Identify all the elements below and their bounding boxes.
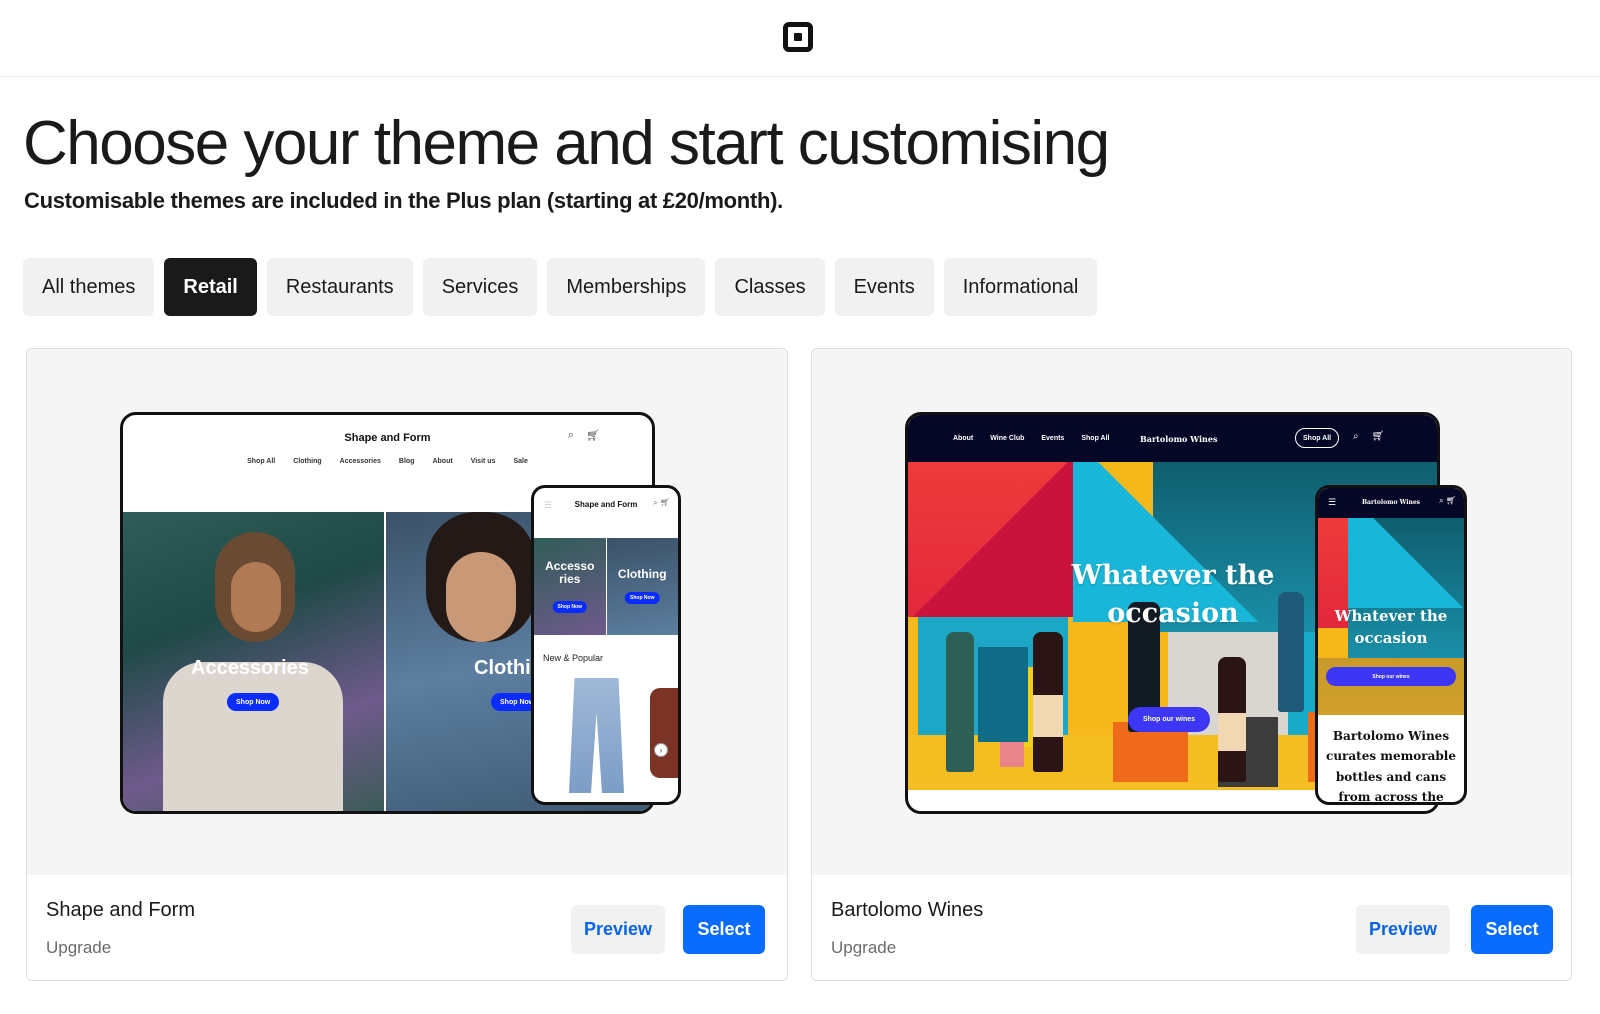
theme-card-footer: Bartolomo Wines Upgrade Preview Select (812, 875, 1571, 980)
mock-headline: Whatever the occasion (1071, 560, 1275, 629)
mock-nav-item: Wine Club (990, 435, 1025, 442)
select-button[interactable]: Select (1471, 905, 1553, 954)
filter-retail[interactable]: Retail (164, 258, 257, 316)
phone-mockup: ☰ Shape and Form ⌕ 🛒︎ Accesso ries Shop … (531, 485, 681, 805)
theme-name: Shape and Form (46, 899, 195, 921)
mock-nav-item: Shop All (247, 458, 276, 465)
theme-name: Bartolomo Wines (831, 899, 984, 921)
mock-cta: Shop our wines (1326, 667, 1456, 686)
hero-label-accessories: Accessories (191, 657, 309, 679)
search-cart-icons: ⌕ 🛒︎ (1439, 496, 1456, 505)
mock-nav-item: Shop All (1081, 435, 1110, 442)
mock-description: Bartolomo Wines curates memorable bottle… (1326, 729, 1456, 805)
mock-nav: About Wine Club Events Shop All (953, 435, 1109, 442)
filter-restaurants[interactable]: Restaurants (266, 258, 413, 316)
sweater-product-image (650, 688, 678, 778)
phone-tile-accessories: Accesso ries Shop Now (534, 538, 606, 635)
theme-tier: Upgrade (46, 938, 112, 957)
square-logo-icon[interactable] (783, 22, 813, 52)
mock-nav-item: Sale (513, 458, 528, 465)
hero-image-accessories: Accessories Shop Now (123, 512, 386, 811)
filter-services[interactable]: Services (422, 258, 538, 316)
mock-shop-all-button: Shop All (1295, 428, 1340, 448)
mock-nav-item: Clothing (293, 458, 322, 465)
search-icon: ⌕ (1353, 431, 1359, 442)
phone-mockup: ☰ Bartolomo Wines ⌕ 🛒︎ Whatever the occa… (1315, 485, 1467, 805)
filter-classes[interactable]: Classes (715, 258, 825, 316)
filter-informational[interactable]: Informational (943, 258, 1098, 316)
mock-nav-item: Blog (398, 458, 415, 465)
search-cart-icons: ⌕ 🛒︎ (653, 498, 670, 507)
mock-nav-item: Accessories (339, 458, 381, 465)
preview-button[interactable]: Preview (571, 905, 665, 954)
theme-category-filters: All themes Retail Restaurants Services M… (23, 258, 1098, 316)
mock-headline: Whatever the occasion (1334, 607, 1448, 647)
mock-nav-item: About (953, 435, 974, 442)
select-button[interactable]: Select (683, 905, 765, 954)
top-bar (0, 0, 1600, 77)
filter-memberships[interactable]: Memberships (547, 258, 706, 316)
mock-nav: Shop All Clothing Accessories Blog About… (123, 458, 652, 465)
page-subtitle: Customisable themes are included in the … (24, 188, 783, 213)
theme-card-shape-and-form: Shape and Form ⌕ 🛒︎ Shop All Clothing Ac… (26, 348, 788, 981)
mock-nav-item: Events (1041, 435, 1065, 442)
filter-events[interactable]: Events (834, 258, 934, 316)
page-title: Choose your theme and start customising (23, 109, 1110, 178)
cart-icon: 🛒︎ (1371, 431, 1385, 442)
jeans-product-image (569, 678, 624, 793)
theme-card-footer: Shape and Form Upgrade Preview Select (27, 875, 787, 980)
phone-tile-clothing: Clothing Shop Now (606, 538, 678, 635)
filter-all-themes[interactable]: All themes (23, 258, 155, 316)
theme-preview-image[interactable]: Shape and Form ⌕ 🛒︎ Shop All Clothing Ac… (27, 349, 787, 875)
mock-brand: Bartolomo Wines (1140, 434, 1218, 444)
theme-tier: Upgrade (831, 938, 897, 957)
cart-icon: 🛒︎ (586, 430, 600, 442)
mock-nav-item: Visit us (470, 458, 496, 465)
search-icon: ⌕ (567, 429, 575, 441)
phone-hero-image: Whatever the occasion Shop our wines (1318, 518, 1464, 715)
theme-preview-image[interactable]: About Wine Club Events Shop All Bartolom… (812, 349, 1571, 875)
shop-now-pill: Shop Now (227, 693, 280, 711)
mock-cta: Shop our wines (1128, 707, 1210, 732)
chevron-right-icon: › (654, 743, 668, 757)
mock-nav-item: About (432, 458, 453, 465)
theme-card-bartolomo-wines: About Wine Club Events Shop All Bartolom… (811, 348, 1572, 981)
preview-button[interactable]: Preview (1356, 905, 1450, 954)
phone-section-title: New & Popular (543, 653, 604, 663)
